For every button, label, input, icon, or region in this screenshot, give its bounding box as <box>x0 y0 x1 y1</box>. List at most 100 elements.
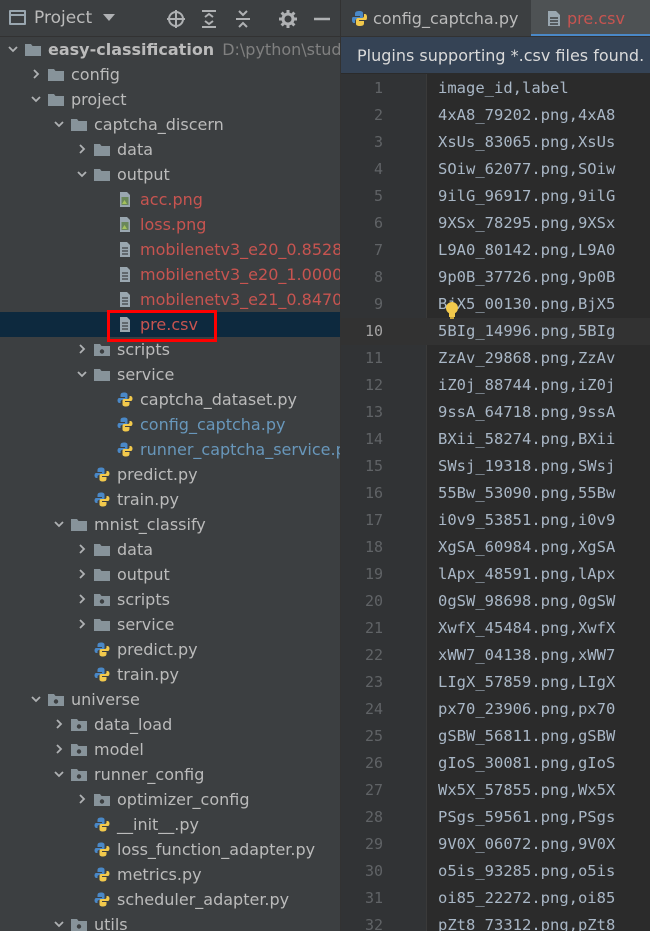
settings-icon[interactable] <box>278 9 298 29</box>
chevron-right-icon[interactable] <box>54 719 64 729</box>
code-line[interactable]: PSgs_59561.png,PSgs <box>438 804 615 831</box>
chevron-down-icon[interactable] <box>8 44 18 54</box>
chevron-down-icon[interactable] <box>77 369 87 379</box>
chevron-right-icon[interactable] <box>77 794 87 804</box>
chevron-right-icon[interactable] <box>31 69 41 79</box>
code-line[interactable]: pZt8_73312.png,pZt8 <box>438 912 615 931</box>
tree-item-data-load[interactable]: data_load <box>0 712 340 737</box>
code-line[interactable]: iZ0j_88744.png,iZ0j <box>438 372 615 399</box>
tree-item-captcha-dataset-py[interactable]: captcha_dataset.py <box>0 387 340 412</box>
code-line[interactable]: LIgX_57859.png,LIgX <box>438 669 615 696</box>
tree-item-data[interactable]: data <box>0 137 340 162</box>
code-line[interactable]: o5is_93285.png,o5is <box>438 858 615 885</box>
chevron-down-icon[interactable] <box>31 94 41 104</box>
code-line[interactable]: 4xA8_79202.png,4xA8 <box>438 102 615 129</box>
code-line[interactable]: XwfX_45484.png,XwfX <box>438 615 615 642</box>
code-line[interactable]: xWW7_04138.png,xWW7 <box>438 642 615 669</box>
code-line[interactable]: 9ssA_64718.png,9ssA <box>438 399 615 426</box>
code-line[interactable]: lApx_48591.png,lApx <box>438 561 615 588</box>
tab-pre-csv[interactable]: pre.csv <box>531 0 650 36</box>
tree-item-acc-png[interactable]: acc.png <box>0 187 340 212</box>
code-line[interactable]: 0gSW_98698.png,0gSW <box>438 588 615 615</box>
tab-label: config_captcha.py <box>373 9 519 28</box>
code-line[interactable]: i0v9_53851.png,i0v9 <box>438 507 615 534</box>
chevron-right-icon[interactable] <box>77 544 87 554</box>
code-line[interactable]: XsUs_83065.png,XsUs <box>438 129 615 156</box>
tree-item-init-py[interactable]: __init__.py <box>0 812 340 837</box>
project-panel-title[interactable]: Project <box>34 8 92 28</box>
code-line[interactable]: px70_23906.png,px70 <box>438 696 615 723</box>
chevron-down-icon[interactable] <box>77 169 87 179</box>
tree-item-output[interactable]: output <box>0 562 340 587</box>
chevron-down-icon[interactable] <box>103 14 115 21</box>
chevron-down-icon[interactable] <box>54 919 64 929</box>
tree-item-easy-classification[interactable]: easy-classificationD:\python\study\e <box>0 37 340 62</box>
lightbulb-icon[interactable] <box>445 301 459 319</box>
code-line[interactable]: SOiw_62077.png,SOiw <box>438 156 615 183</box>
tree-item-service[interactable]: service <box>0 612 340 637</box>
tree-item-universe[interactable]: universe <box>0 687 340 712</box>
code-area[interactable]: image_id,label 4xA8_79202.png,4xA8 XsUs_83… <box>427 74 650 931</box>
code-line[interactable]: ZzAv_29868.png,ZzAv <box>438 345 615 372</box>
chevron-right-icon[interactable] <box>77 594 87 604</box>
tree-item-model[interactable]: model <box>0 737 340 762</box>
locate-icon[interactable] <box>166 9 186 29</box>
chevron-down-icon[interactable] <box>31 694 41 704</box>
tree-item-scripts[interactable]: scripts <box>0 337 340 362</box>
tree-item-config[interactable]: config <box>0 62 340 87</box>
code-line[interactable]: image_id,label <box>438 75 569 102</box>
tree-item-metrics-py[interactable]: metrics.py <box>0 862 340 887</box>
chevron-right-icon[interactable] <box>77 144 87 154</box>
chevron-down-icon[interactable] <box>54 519 64 529</box>
code-line[interactable]: oi85_22272.png,oi85 <box>438 885 615 912</box>
code-line[interactable]: 55Bw_53090.png,55Bw <box>438 480 615 507</box>
tree-item-captcha-discern[interactable]: captcha_discern <box>0 112 340 137</box>
chevron-right-icon[interactable] <box>77 569 87 579</box>
code-line[interactable]: 9V0X_06072.png,9V0X <box>438 831 615 858</box>
tree-item-mobilenetv3-e21-0-84700[interactable]: mobilenetv3_e21_0.84700. <box>0 287 340 312</box>
code-line[interactable]: Wx5X_57855.png,Wx5X <box>438 777 615 804</box>
tree-item-predict-py[interactable]: predict.py <box>0 637 340 662</box>
tree-item-data[interactable]: data <box>0 537 340 562</box>
tree-item-output[interactable]: output <box>0 162 340 187</box>
tree-item-config-captcha-py[interactable]: config_captcha.py <box>0 412 340 437</box>
tree-item-train-py[interactable]: train.py <box>0 662 340 687</box>
chevron-down-icon[interactable] <box>54 119 64 129</box>
collapse-all-icon[interactable] <box>233 9 253 29</box>
tree-item-mobilenetv3-e20-0-85280[interactable]: mobilenetv3_e20_0.85280. <box>0 237 340 262</box>
code-line[interactable]: 9p0B_37726.png,9p0B <box>438 264 615 291</box>
chevron-right-icon[interactable] <box>54 744 64 754</box>
code-line[interactable]: 9ilG_96917.png,9ilG <box>438 183 615 210</box>
code-line[interactable]: 9XSx_78295.png,9XSx <box>438 210 615 237</box>
tree-item-mnist-classify[interactable]: mnist_classify <box>0 512 340 537</box>
tree-item-runner-config[interactable]: runner_config <box>0 762 340 787</box>
tree-item-scripts[interactable]: scripts <box>0 587 340 612</box>
tree-item-mobilenetv3-e20-1-00000[interactable]: mobilenetv3_e20_1.00000. <box>0 262 340 287</box>
expand-all-icon[interactable] <box>199 9 219 29</box>
tree-item-train-py[interactable]: train.py <box>0 487 340 512</box>
code-line[interactable]: L9A0_80142.png,L9A0 <box>438 237 615 264</box>
tree-item-predict-py[interactable]: predict.py <box>0 462 340 487</box>
tree-item-loss-function-adapter-py[interactable]: loss_function_adapter.py <box>0 837 340 862</box>
tree-item-optimizer-config[interactable]: optimizer_config <box>0 787 340 812</box>
chevron-down-icon[interactable] <box>54 769 64 779</box>
tree-item-loss-png[interactable]: loss.png <box>0 212 340 237</box>
tree-item-service[interactable]: service <box>0 362 340 387</box>
code-line[interactable]: BjX5_00130.png,BjX5 <box>438 291 615 318</box>
chevron-right-icon[interactable] <box>77 619 87 629</box>
code-line[interactable]: 5BIg_14996.png,5BIg <box>438 318 615 345</box>
tab-config-captcha[interactable]: config_captcha.py <box>341 0 531 36</box>
chevron-right-icon[interactable] <box>77 344 87 354</box>
tree-item-utils[interactable]: utils <box>0 912 340 931</box>
hide-icon[interactable] <box>312 9 332 29</box>
code-line[interactable]: XgSA_60984.png,XgSA <box>438 534 615 561</box>
tree-item-scheduler-adapter-py[interactable]: scheduler_adapter.py <box>0 887 340 912</box>
code-line[interactable]: BXii_58274.png,BXii <box>438 426 615 453</box>
tree-item-runner-captcha-service-py[interactable]: runner_captcha_service.py <box>0 437 340 462</box>
code-line[interactable]: gSBW_56811.png,gSBW <box>438 723 615 750</box>
tree-item-project[interactable]: project <box>0 87 340 112</box>
tree-item-pre-csv[interactable]: pre.csv <box>0 312 340 337</box>
code-line[interactable]: gIoS_30081.png,gIoS <box>438 750 615 777</box>
code-line[interactable]: SWsj_19318.png,SWsj <box>438 453 615 480</box>
line-number: 14 <box>364 430 383 448</box>
